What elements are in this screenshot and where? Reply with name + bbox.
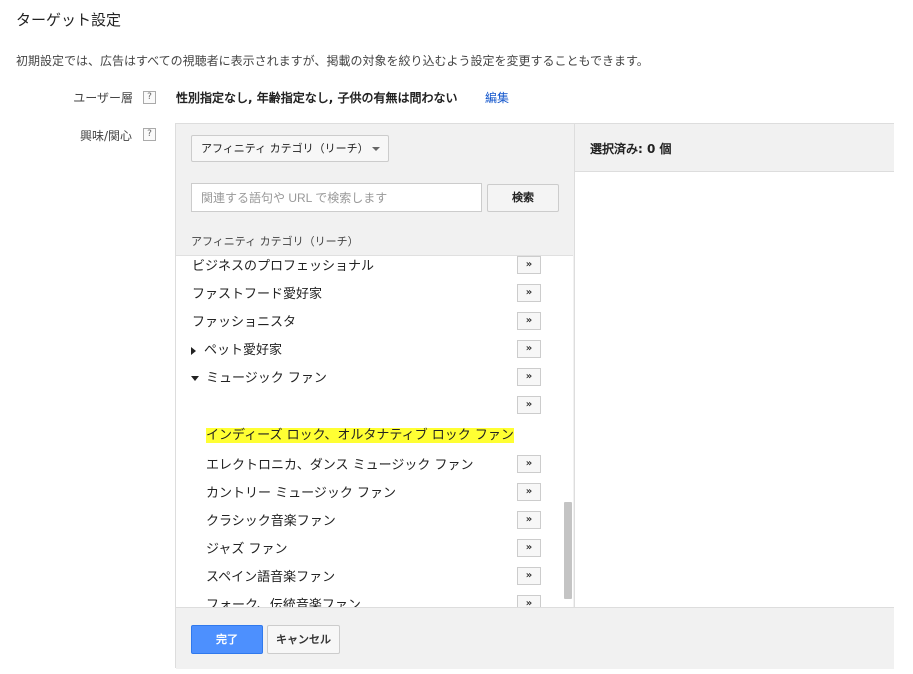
footer-bar: 完了 キャンセル (176, 607, 894, 669)
add-item-button[interactable]: » (517, 312, 541, 330)
list-item-label: フォーク、伝統音楽ファン (206, 598, 361, 607)
triangle-down-icon[interactable] (191, 376, 199, 381)
list-item-label: ビジネスのプロフェッショナル (192, 259, 375, 274)
list-item[interactable]: » (176, 390, 560, 418)
list-item-label: インディーズ ロック、オルタナティブ ロック ファン (206, 428, 514, 443)
help-icon[interactable]: ? (143, 91, 156, 104)
category-dropdown[interactable]: アフィニティ カテゴリ（リーチ） (191, 135, 389, 162)
category-dropdown-value: アフィニティ カテゴリ（リーチ） (201, 142, 369, 155)
list-item[interactable]: ジャズ ファン » (176, 533, 560, 561)
selector-header: アフィニティ カテゴリ（リーチ） 検索 アフィニティ カテゴリ（リーチ） (176, 124, 573, 256)
add-item-button[interactable]: » (517, 595, 541, 607)
list-item-label: ミュージック ファン (206, 371, 327, 386)
edit-link[interactable]: 編集 (485, 89, 509, 106)
list-item-label: ペット愛好家 (204, 343, 283, 358)
add-item-button[interactable]: » (517, 368, 541, 386)
list-item[interactable]: インディーズ ロック、オルタナティブ ロック ファン (176, 419, 560, 447)
list-item-label: ファッショニスタ (192, 315, 297, 330)
list-item[interactable]: ファストフード愛好家 » (176, 278, 560, 306)
list-item-label: エレクトロニカ、ダンス ミュージック ファン (206, 458, 474, 473)
add-item-button[interactable]: » (517, 539, 541, 557)
search-button[interactable]: 検索 (487, 184, 559, 212)
chevron-down-icon (372, 147, 380, 151)
add-item-button[interactable]: » (517, 567, 541, 585)
list-item-label: カントリー ミュージック ファン (206, 486, 397, 501)
add-item-button[interactable]: » (517, 455, 541, 473)
list-item-label: クラシック音楽ファン (206, 514, 336, 529)
add-item-button[interactable]: » (517, 511, 541, 529)
selected-list (574, 172, 894, 607)
selected-header: 選択済み: 0 個 (574, 124, 894, 172)
section-header: アフィニティ カテゴリ（リーチ） (191, 235, 359, 248)
user-layer-label: ユーザー層 (73, 91, 133, 105)
list-item-label: ジャズ ファン (206, 542, 288, 557)
cancel-button[interactable]: キャンセル (267, 625, 340, 654)
add-item-button[interactable]: » (517, 483, 541, 501)
list-item-label: スペイン語音楽ファン (206, 570, 336, 585)
list-item[interactable]: ファッショニスタ » (176, 306, 560, 334)
selected-count: 選択済み: 0 個 (590, 142, 672, 156)
list-item[interactable]: フォーク、伝統音楽ファン » (176, 589, 560, 607)
list-item-label: ファストフード愛好家 (192, 287, 323, 302)
page-description: 初期設定では、広告はすべての視聴者に表示されますが、掲載の対象を絞り込むよう設定… (16, 54, 649, 68)
list-item[interactable]: エレクトロニカ、ダンス ミュージック ファン » (176, 449, 560, 477)
done-button[interactable]: 完了 (191, 625, 263, 654)
user-layer-value: 性別指定なし, 年齢指定なし, 子供の有無は問わない (176, 91, 458, 105)
category-list[interactable]: ビジネスのプロフェッショナル» ファストフード愛好家» ファッショニスタ» ペット愛好… (176, 256, 573, 607)
list-item[interactable]: ビジネスのプロフェッショナル » (176, 256, 560, 278)
targeting-panel: アフィニティ カテゴリ（リーチ） 検索 アフィニティ カテゴリ（リーチ） ビジネ… (175, 123, 894, 669)
add-item-button[interactable]: » (517, 256, 541, 274)
add-item-button[interactable]: » (517, 284, 541, 302)
list-item[interactable]: ペット愛好家 » (176, 334, 560, 362)
interest-label: 興味/関心 (79, 129, 132, 143)
triangle-right-icon[interactable] (191, 346, 196, 355)
scrollbar-thumb[interactable] (564, 502, 572, 599)
add-item-button[interactable]: » (517, 340, 541, 358)
search-input[interactable] (191, 183, 482, 212)
list-item[interactable]: ミュージック ファン » (176, 362, 560, 390)
list-item[interactable]: クラシック音楽ファン » (176, 505, 560, 533)
add-item-button[interactable]: » (517, 396, 541, 414)
page-title: ターゲット設定 (16, 11, 122, 29)
help-icon[interactable]: ? (143, 128, 156, 141)
list-item[interactable]: スペイン語音楽ファン » (176, 561, 560, 589)
list-item[interactable]: カントリー ミュージック ファン » (176, 477, 560, 505)
